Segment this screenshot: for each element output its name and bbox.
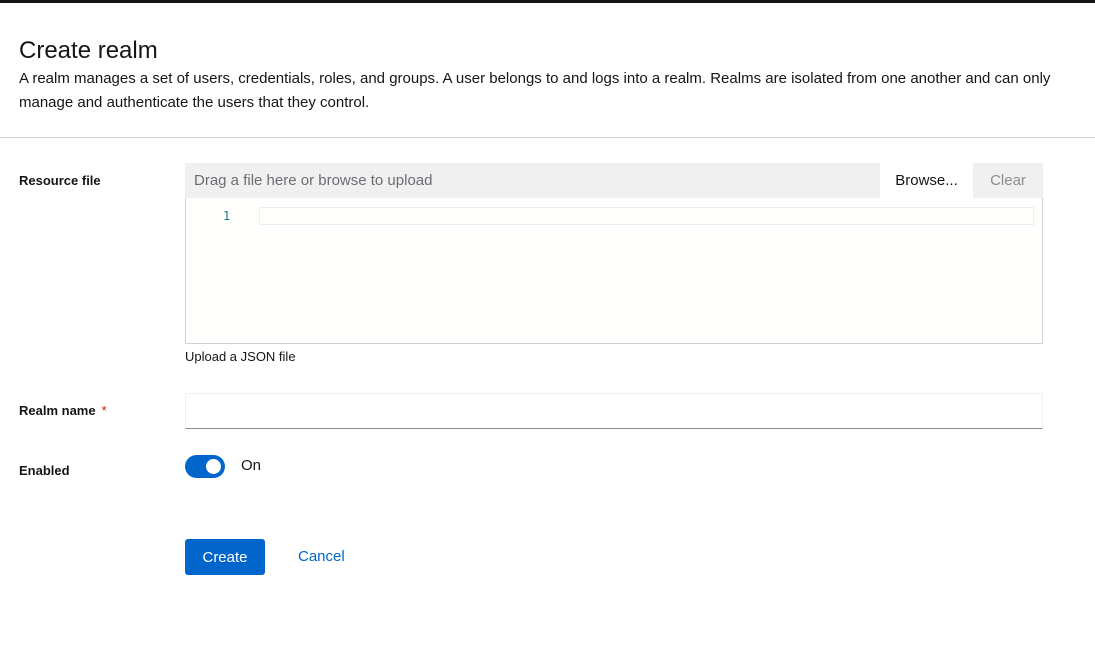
- required-indicator: *: [101, 403, 107, 418]
- file-upload[interactable]: Drag a file here or browse to upload Bro…: [185, 163, 1043, 344]
- realm-name-label: Realm name *: [19, 403, 107, 418]
- file-upload-bar[interactable]: Drag a file here or browse to upload Bro…: [185, 163, 1043, 198]
- resource-file-label: Resource file: [19, 173, 101, 188]
- create-button[interactable]: Create: [185, 539, 265, 575]
- page-title: Create realm: [19, 37, 158, 64]
- cancel-button[interactable]: Cancel: [298, 539, 345, 575]
- upload-helper-text: Upload a JSON file: [185, 349, 296, 364]
- enabled-toggle-state: On: [241, 457, 262, 474]
- page-description: A realm manages a set of users, credenti…: [19, 70, 1051, 111]
- editor-current-line[interactable]: [259, 207, 1034, 225]
- file-upload-placeholder[interactable]: Drag a file here or browse to upload: [194, 163, 432, 198]
- enabled-label: Enabled: [19, 463, 70, 478]
- editor-line-number: 1: [223, 209, 231, 223]
- browse-button[interactable]: Browse...: [880, 163, 973, 198]
- realm-name-label-text: Realm name: [19, 403, 96, 418]
- toggle-knob: [206, 459, 221, 474]
- clear-button[interactable]: Clear: [973, 163, 1043, 198]
- enabled-toggle[interactable]: [185, 455, 225, 478]
- realm-name-input[interactable]: [185, 393, 1043, 429]
- json-code-editor[interactable]: 1: [185, 198, 1043, 344]
- page-header: Create realm A realm manages a set of us…: [0, 3, 1095, 138]
